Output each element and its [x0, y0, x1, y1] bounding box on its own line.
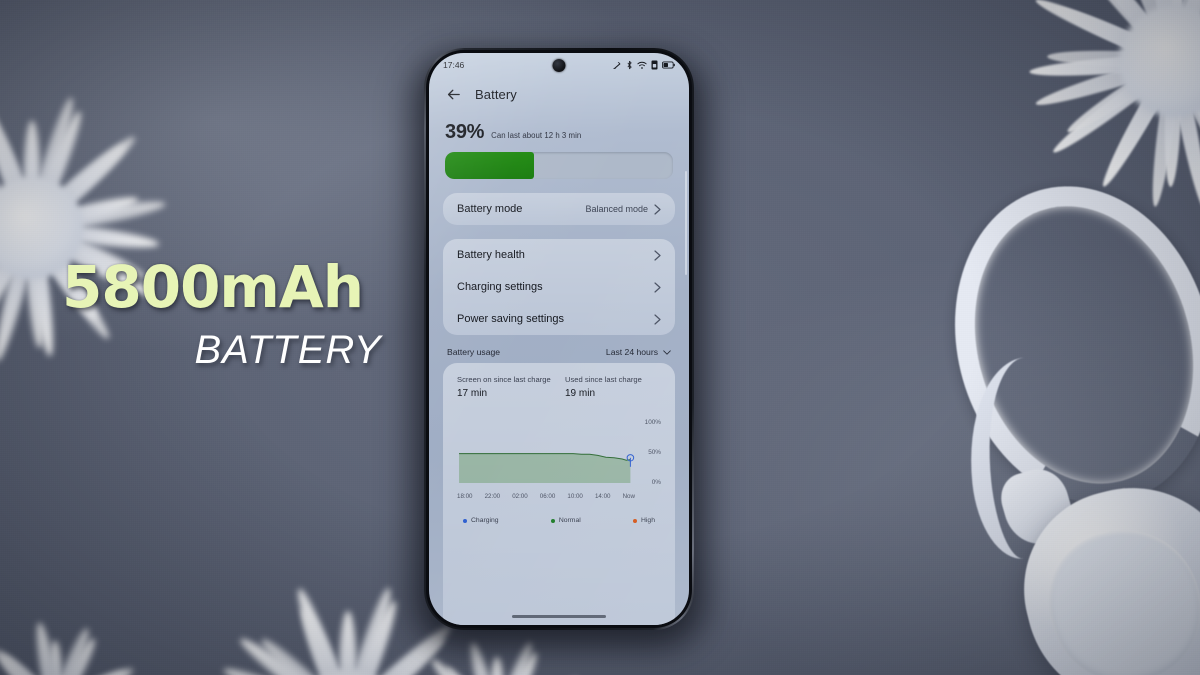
- back-arrow-icon[interactable]: [445, 86, 462, 103]
- promo-headline-block: 5800mAh BATTERY: [62, 258, 462, 373]
- row-label: Battery health: [457, 249, 525, 261]
- row-label: Power saving settings: [457, 313, 564, 325]
- chart-x-tick: 22:00: [484, 493, 501, 501]
- usage-stat: Screen on since last charge 17 min: [457, 375, 553, 399]
- chart-x-tick: 18:00: [457, 493, 473, 501]
- vibrate-icon: [613, 61, 621, 69]
- row-value: Balanced mode: [585, 204, 648, 214]
- usage-stat: Used since last charge 19 min: [565, 375, 661, 399]
- battery-usage-chart: 100% 50% 0% 18:00 22:00 02:00 06:00 10:00 14:00…: [457, 413, 661, 509]
- page-scrollbar[interactable]: [684, 171, 687, 275]
- chart-x-tick: 14:00: [594, 493, 611, 501]
- wifi-icon: [637, 61, 647, 69]
- chevron-right-icon: [654, 281, 661, 293]
- battery-icon: [662, 61, 675, 69]
- chart-x-tick: 10:00: [567, 493, 583, 501]
- usage-stats-row: Screen on since last charge 17 min Used si…: [457, 375, 661, 399]
- bluetooth-icon: [627, 60, 632, 70]
- promo-headline: 5800mAh: [62, 253, 364, 321]
- smartphone-mockup: 17:46 Battery 39% Can last about 12 h 3 …: [408, 48, 710, 650]
- phone-screen: 17:46 Battery 39% Can last about 12 h 3 …: [429, 53, 689, 625]
- chevron-down-icon: [663, 349, 671, 355]
- usage-stat-label: Screen on since last charge: [457, 375, 551, 384]
- battery-hero: 39% Can last about 12 h 3 min: [429, 115, 689, 179]
- row-right: [648, 281, 661, 293]
- legend-label: Normal: [558, 517, 581, 525]
- chevron-right-icon: [654, 313, 661, 325]
- legend-dot: [463, 518, 467, 523]
- legend-item: Normal: [550, 517, 581, 525]
- legend-item: Charging: [463, 517, 499, 524]
- battery-estimate: Can last about 12 h 3 min: [491, 131, 582, 140]
- battery-progress-track: [445, 152, 673, 179]
- battery-setting-row[interactable]: Battery health: [443, 239, 675, 271]
- row-right: [648, 249, 661, 261]
- usage-stat-value: 17 min: [457, 388, 488, 400]
- home-indicator[interactable]: [512, 614, 606, 618]
- battery-percent: 39%: [445, 121, 485, 143]
- battery-progress-fill: [445, 152, 534, 179]
- chart-x-tick: 06:00: [539, 493, 556, 501]
- page-title: Battery: [475, 87, 517, 102]
- legend-label: Charging: [471, 517, 499, 525]
- chart-y-tick: 100%: [644, 419, 661, 427]
- chart-y-axis-labels: 100% 50% 0%: [635, 413, 661, 491]
- usage-stat-label: Used since last charge: [565, 375, 642, 384]
- chevron-right-icon: [654, 249, 661, 261]
- battery-mode-card: Battery mode Balanced mode: [443, 193, 675, 225]
- usage-range-dropdown[interactable]: Last 24 hours: [606, 347, 671, 357]
- legend-label: High: [641, 517, 655, 525]
- battery-mode-row[interactable]: Battery mode Balanced mode: [443, 193, 675, 225]
- battery-usage-title: Battery usage: [447, 347, 501, 357]
- legend-dot: [633, 518, 637, 523]
- battery-setting-row[interactable]: Power saving settings: [443, 303, 675, 335]
- status-bar-time: 17:46: [443, 60, 465, 70]
- row-right: Balanced mode: [585, 203, 661, 215]
- row-label: Charging settings: [457, 281, 543, 293]
- promo-subheadline: BATTERY: [194, 328, 382, 372]
- battery-usage-card: Screen on since last charge 17 min Used si…: [443, 363, 675, 625]
- battery-level-area-chart: [457, 413, 661, 484]
- status-bar-icons: [613, 60, 675, 70]
- legend-item: High: [633, 517, 655, 524]
- chart-y-tick: 0%: [651, 479, 661, 487]
- legend-dot: [550, 518, 555, 523]
- sim-icon: [651, 60, 658, 70]
- chart-x-tick: Now: [622, 493, 635, 501]
- battery-usage-header: Battery usage Last 24 hours: [429, 335, 689, 363]
- app-bar: Battery: [429, 77, 689, 115]
- battery-settings-card: Battery health Charging settings Power sav…: [443, 239, 675, 335]
- row-right: [648, 313, 661, 325]
- front-camera-punch-hole: [552, 59, 566, 72]
- chart-x-tick: 02:00: [512, 493, 528, 501]
- chart-area-fill: [459, 454, 631, 484]
- status-bar: 17:46: [429, 53, 689, 77]
- battery-setting-row[interactable]: Charging settings: [443, 271, 675, 303]
- usage-stat-value: 19 min: [565, 388, 596, 400]
- chart-legend: Charging Normal High: [457, 509, 661, 524]
- usage-range-label: Last 24 hours: [605, 347, 658, 357]
- chart-y-tick: 50%: [648, 449, 661, 457]
- row-label: Battery mode: [457, 203, 523, 215]
- chart-x-axis-labels: 18:00 22:00 02:00 06:00 10:00 14:00 Now: [457, 493, 661, 500]
- chevron-right-icon: [654, 203, 661, 215]
